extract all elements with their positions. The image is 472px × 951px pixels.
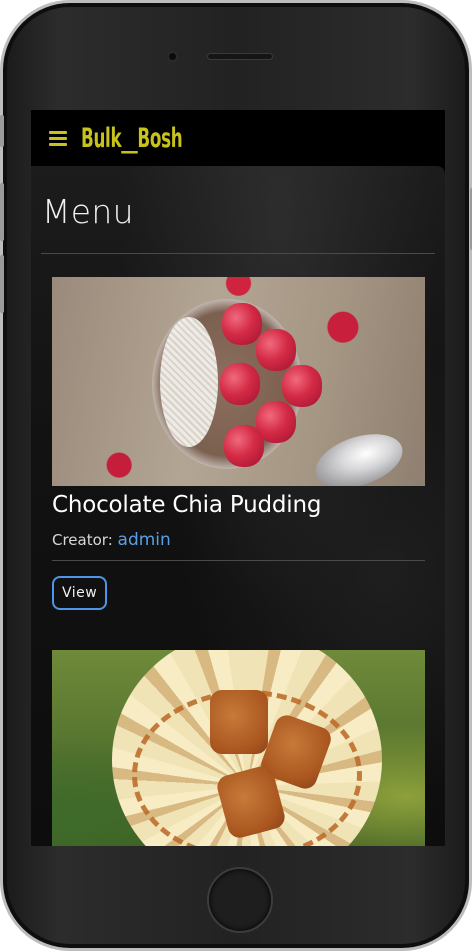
volume-down-button — [0, 255, 4, 313]
recipe-image[interactable] — [52, 277, 425, 486]
recipe-card — [52, 650, 425, 846]
phone-frame: Bulk__Bosh Menu Chocolate Chia Pudding C… — [0, 0, 472, 951]
recipe-creator: Creator: admin — [52, 530, 425, 550]
card-divider — [52, 560, 425, 561]
silent-switch — [0, 115, 4, 147]
front-camera — [167, 51, 178, 62]
brand-logo[interactable]: Bulk__Bosh — [81, 123, 183, 154]
creator-label: Creator: — [52, 531, 113, 549]
title-divider — [41, 253, 435, 254]
view-button[interactable]: View — [52, 576, 108, 610]
volume-up-button — [0, 183, 4, 241]
raspberry-shape — [282, 365, 322, 407]
recipe-card: Chocolate Chia Pudding Creator: admin Vi… — [52, 277, 425, 610]
hamburger-icon[interactable] — [49, 130, 67, 146]
creator-link[interactable]: admin — [118, 530, 171, 550]
spoon-shape — [308, 424, 410, 486]
raspberry-shape — [222, 303, 262, 345]
home-button[interactable] — [207, 867, 273, 933]
recipe-title[interactable]: Chocolate Chia Pudding — [52, 492, 425, 518]
raspberry-shape — [256, 329, 296, 371]
cookie-shape — [210, 690, 268, 754]
screen: Bulk__Bosh Menu Chocolate Chia Pudding C… — [31, 110, 445, 846]
page-title: Menu — [42, 192, 134, 231]
main-content[interactable]: Menu Chocolate Chia Pudding Creator: adm… — [31, 166, 445, 846]
raspberry-shape — [220, 363, 260, 405]
coconut-shape — [160, 317, 218, 447]
raspberry-shape — [224, 425, 264, 467]
navbar: Bulk__Bosh — [31, 110, 445, 166]
recipe-image[interactable] — [52, 650, 425, 846]
earpiece-speaker — [207, 53, 273, 60]
